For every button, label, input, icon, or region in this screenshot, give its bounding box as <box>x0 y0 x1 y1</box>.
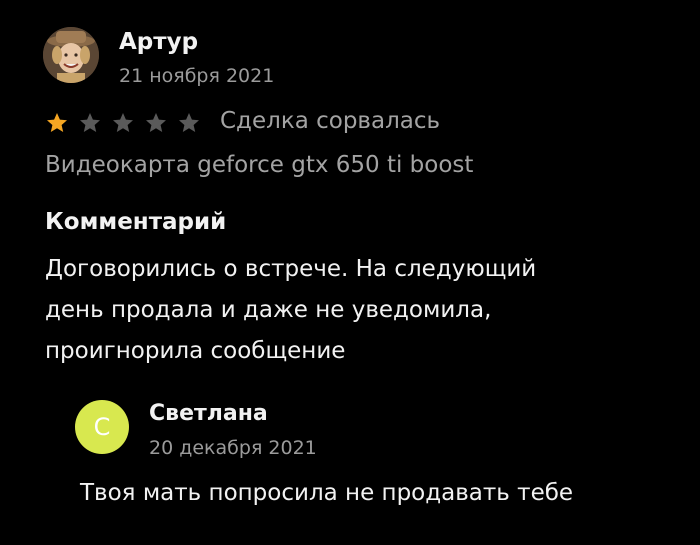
reply-author-name[interactable]: Светлана <box>149 401 268 426</box>
user-photo-icon[interactable] <box>43 27 99 83</box>
review-author-row: Артур 21 ноября 2021 <box>43 27 643 93</box>
star-empty-icon <box>111 111 135 135</box>
reply-avatar[interactable]: С <box>75 400 129 454</box>
comment-text: Договорились о встрече. На следующий ден… <box>45 256 537 364</box>
review-card: Артур 21 ноября 2021 Сделка сорвалась Ви… <box>0 0 700 545</box>
comment-heading: Комментарий <box>45 209 227 235</box>
seller-reply: С Светлана 20 декабря 2021 Твоя мать поп… <box>75 400 675 530</box>
star-rating <box>45 111 215 135</box>
star-empty-icon <box>78 111 102 135</box>
star-filled-icon <box>45 111 69 135</box>
deal-status: Сделка сорвалась <box>220 108 441 134</box>
reply-text: Твоя мать попросила не продавать тебе <box>80 480 574 506</box>
author-name[interactable]: Артур <box>119 29 198 55</box>
rating-row: Сделка сорвалась <box>45 108 665 138</box>
reply-date: 20 декабря 2021 <box>149 437 317 459</box>
review-date: 21 ноября 2021 <box>119 65 275 87</box>
star-empty-icon <box>177 111 201 135</box>
star-empty-icon <box>144 111 168 135</box>
item-title: Видеокарта geforce gtx 650 ti boost <box>45 152 474 178</box>
